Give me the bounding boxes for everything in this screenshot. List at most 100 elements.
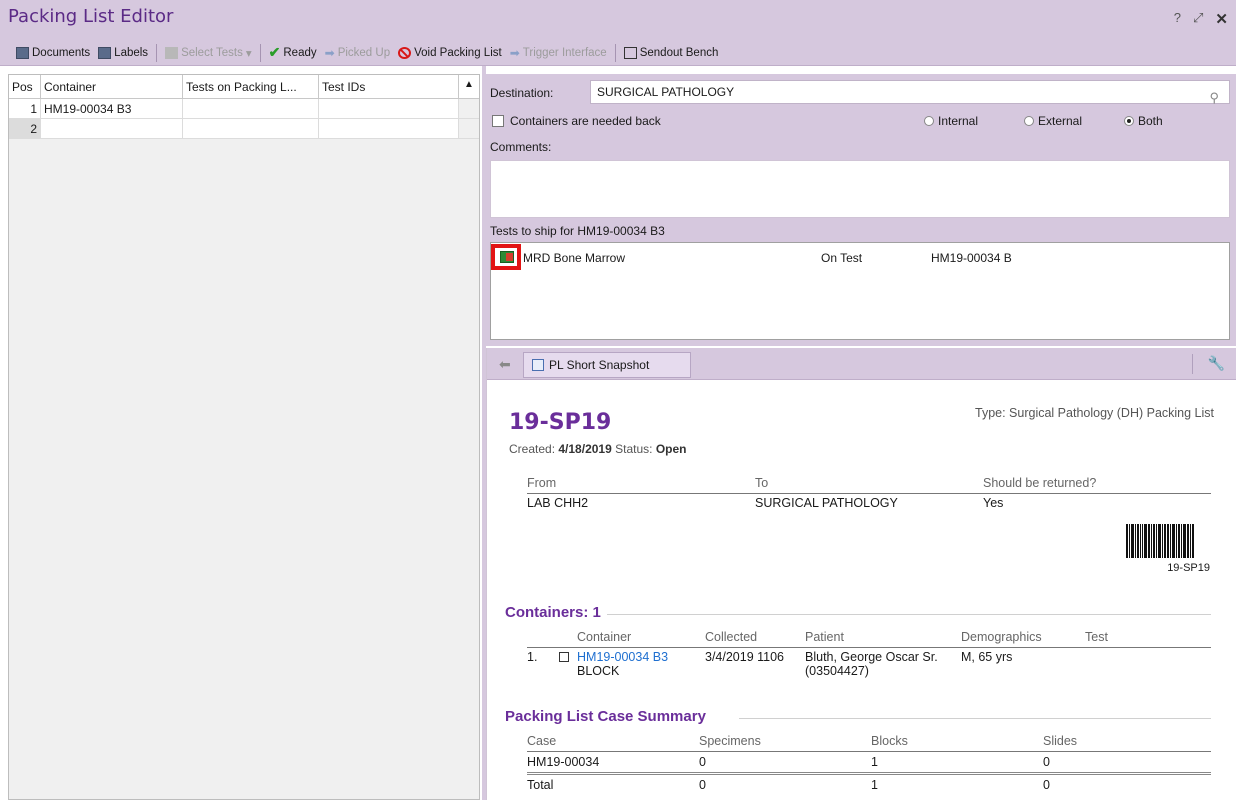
packing-list-type: Type: Surgical Pathology (DH) Packing Li… <box>975 406 1214 420</box>
divider <box>607 614 1211 615</box>
snapshot-toolbar: ⬅ PL Short Snapshot 🔧 <box>487 348 1236 380</box>
cell-tests[interactable] <box>183 99 319 118</box>
cell-test-ids[interactable] <box>319 119 459 138</box>
scrollbar-track[interactable] <box>459 99 479 118</box>
divider <box>739 718 1211 719</box>
close-icon[interactable]: ✕ <box>1215 10 1228 28</box>
toolbar-separator <box>259 43 261 62</box>
comments-textarea[interactable] <box>490 160 1230 218</box>
column-header-container[interactable]: Container <box>41 75 183 98</box>
help-icon[interactable]: ? <box>1174 10 1181 28</box>
list-item[interactable]: MRD Bone Marrow On Test HM19-00034 B <box>491 244 1227 270</box>
select-tests-button[interactable]: Select Tests ▾ <box>161 42 256 64</box>
from-to-values: LAB CHH2 SURGICAL PATHOLOGY Yes <box>527 496 1004 510</box>
documents-button[interactable]: Documents <box>12 42 94 64</box>
check-icon: ✔ <box>268 44 281 60</box>
test-id: HM19-00034 B <box>931 251 1012 265</box>
barcode-text: 19-SP19 <box>1167 562 1210 574</box>
picked-up-button[interactable]: ➡ Picked Up <box>321 42 394 64</box>
tests-to-ship-label: Tests to ship for HM19-00034 B3 <box>490 224 665 238</box>
column-header-tests[interactable]: Tests on Packing L... <box>183 75 319 98</box>
packing-list-id: 19-SP19 <box>509 410 612 435</box>
radio-both[interactable]: Both <box>1124 114 1224 128</box>
title-bar: Packing List Editor ? ⤢ ✕ <box>0 0 1236 40</box>
envelope-icon <box>623 46 637 59</box>
containers-header: Container Collected Patient Demographics… <box>527 630 1211 648</box>
collected-value: 3/4/2019 1106 <box>705 650 785 664</box>
test-icon <box>500 251 514 263</box>
test-value <box>1085 650 1145 678</box>
scope-radio-group: Internal External Both <box>924 114 1224 128</box>
containers-needed-back-checkbox[interactable]: Containers are needed back <box>492 114 661 128</box>
ready-button[interactable]: ✔ Ready <box>265 42 321 64</box>
container-link[interactable]: HM19-00034 B3 <box>577 650 668 664</box>
column-header-test-ids[interactable]: Test IDs <box>319 75 459 98</box>
containers-section-title: Containers: 1 <box>505 604 601 621</box>
cell-tests[interactable] <box>183 119 319 138</box>
from-to-table: From To Should be returned? LAB CHH2 SUR… <box>527 476 1211 512</box>
void-icon <box>398 46 412 59</box>
trigger-interface-button[interactable]: ➡ Trigger Interface <box>506 42 611 64</box>
table-row: HM19-00034 0 1 0 <box>527 755 1050 769</box>
destination-label: Destination: <box>490 86 554 100</box>
tests-to-ship-list: MRD Bone Marrow On Test HM19-00034 B <box>490 242 1230 340</box>
wrench-icon[interactable]: 🔧 <box>1208 355 1225 372</box>
search-icon[interactable]: ⚲ <box>1209 90 1219 106</box>
radio-external[interactable]: External <box>1024 114 1124 128</box>
table-row: 1. HM19-00034 B3 BLOCK 3/4/2019 1106 Blu… <box>527 648 1211 678</box>
cell-container[interactable] <box>41 119 183 138</box>
cell-pos: 1 <box>9 99 41 118</box>
labels-button[interactable]: Labels <box>94 42 152 64</box>
patient-id: (03504427) <box>805 664 869 678</box>
created-status-line: Created: 4/18/2019 Status: Open <box>509 442 687 456</box>
container-grid: Pos Container Tests on Packing L... Test… <box>8 74 480 800</box>
chevron-down-icon: ▾ <box>245 47 252 60</box>
case-summary-table: Case Specimens Blocks Slides HM19-00034 … <box>527 734 1211 792</box>
comments-label: Comments: <box>490 140 552 154</box>
toolbar-separator <box>1192 354 1193 374</box>
from-to-header: From To Should be returned? <box>527 476 1211 494</box>
destination-value: SURGICAL PATHOLOGY <box>597 85 735 99</box>
scroll-up-button[interactable]: ▲ <box>459 75 479 98</box>
labels-icon <box>98 46 112 59</box>
destination-field[interactable]: SURGICAL PATHOLOGY ⚲ <box>590 80 1230 106</box>
table-row[interactable]: 1 HM19-00034 B3 <box>9 99 479 119</box>
containers-table: Container Collected Patient Demographics… <box>527 630 1211 678</box>
scrollbar-track[interactable] <box>459 119 479 138</box>
maximize-icon[interactable]: ⤢ <box>1193 10 1203 28</box>
back-arrow-icon[interactable]: ⬅ <box>499 356 511 373</box>
container-checkbox[interactable] <box>559 652 569 662</box>
cell-test-ids[interactable] <box>319 99 459 118</box>
arrow-right-icon: ➡ <box>324 45 335 60</box>
cell-pos: 2 <box>9 119 41 138</box>
test-name: MRD Bone Marrow <box>523 251 626 265</box>
grid-header: Pos Container Tests on Packing L... Test… <box>9 75 479 99</box>
test-status: On Test <box>821 251 863 265</box>
void-packing-list-button[interactable]: Void Packing List <box>394 42 506 64</box>
snapshot-panel: ⬅ PL Short Snapshot 🔧 19-SP19 Type: Surg… <box>486 348 1236 800</box>
radio-button[interactable] <box>1124 116 1134 126</box>
table-row[interactable]: 2 <box>9 119 479 139</box>
arrow-right-icon: ➡ <box>509 45 520 60</box>
container-type: BLOCK <box>577 664 620 678</box>
tab-pl-short-snapshot[interactable]: PL Short Snapshot <box>523 352 691 378</box>
radio-button[interactable] <box>924 116 934 126</box>
snapshot-icon <box>532 359 544 371</box>
summary-header: Case Specimens Blocks Slides <box>527 734 1211 752</box>
column-header-pos[interactable]: Pos <box>9 75 41 98</box>
containers-needed-back-label: Containers are needed back <box>510 114 661 128</box>
cell-container[interactable]: HM19-00034 B3 <box>41 99 183 118</box>
toolbar-separator <box>156 43 158 62</box>
checkbox[interactable] <box>492 115 504 127</box>
select-tests-icon <box>165 46 179 59</box>
sendout-bench-button[interactable]: Sendout Bench <box>620 42 723 64</box>
case-summary-title: Packing List Case Summary <box>505 708 706 725</box>
total-row: Total 0 1 0 <box>527 772 1211 792</box>
toolbar: Documents Labels Select Tests ▾ ✔ Ready … <box>0 40 1236 66</box>
documents-icon <box>16 46 29 59</box>
toolbar-separator <box>614 43 616 62</box>
window-controls: ? ⤢ ✕ <box>1174 10 1228 28</box>
radio-button[interactable] <box>1024 116 1034 126</box>
radio-internal[interactable]: Internal <box>924 114 1024 128</box>
window-title: Packing List Editor <box>8 6 174 27</box>
